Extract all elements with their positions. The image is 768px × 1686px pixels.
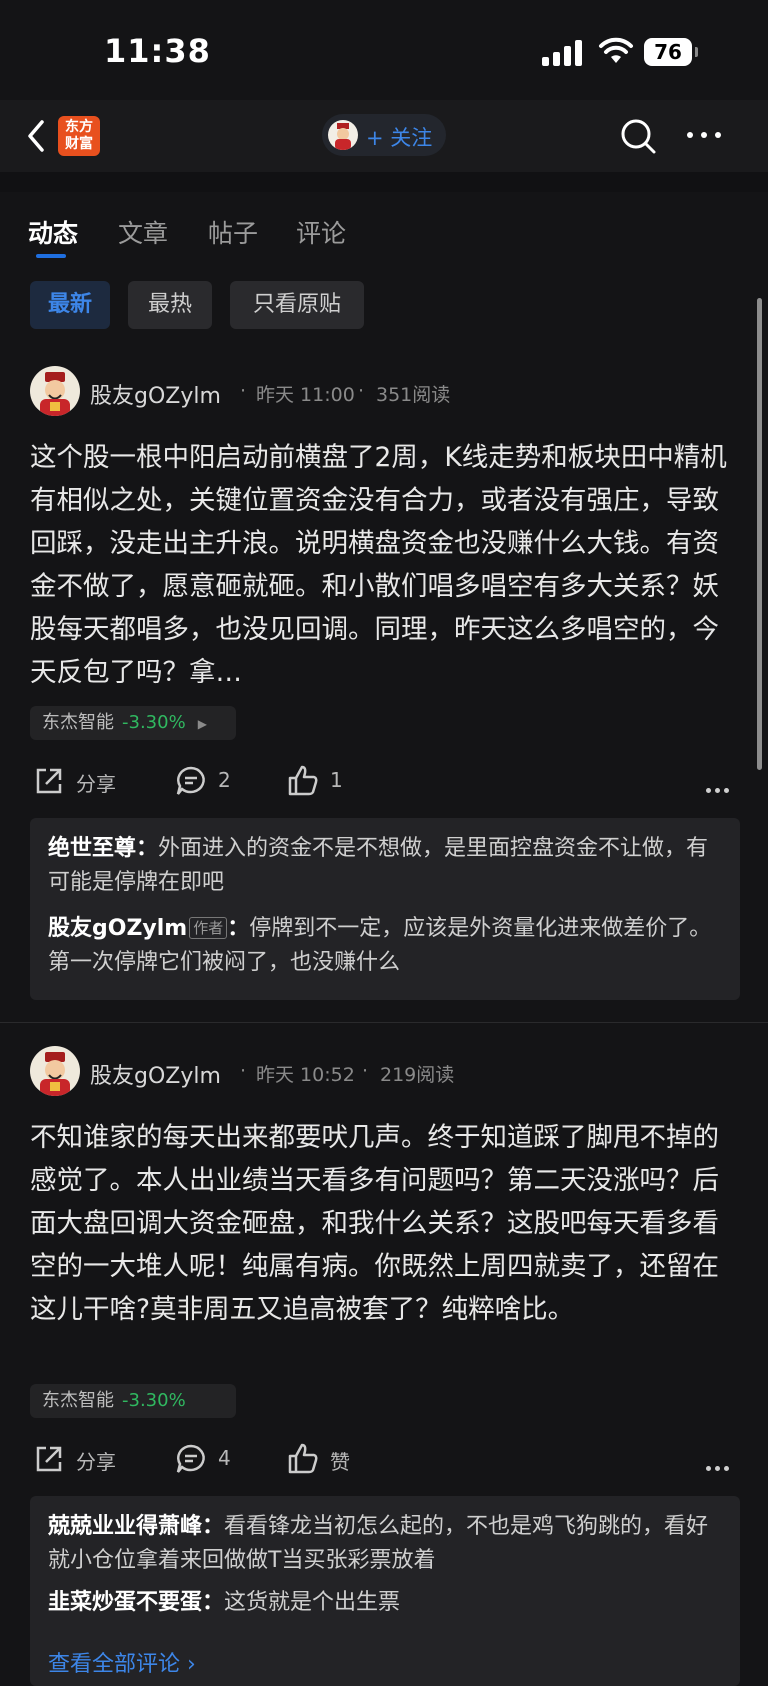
share-label: 分享 [76,772,116,796]
tab-articles[interactable]: 文章 [118,214,168,250]
thumbs-up-icon [288,1443,318,1474]
play-arrow-icon: ▶ [197,717,207,731]
post-body[interactable]: 这个股一根中阳启动前横盘了2周，K线走势和板块田中精机有相似之处，关键位置资金没… [30,436,742,694]
comment-sep: ： [202,1514,225,1539]
comment-user[interactable]: 兢兢业业得萧峰 [48,1514,202,1539]
comment-item: 绝世至尊：外面进入的资金不是不想做，是里面控盘资金不让做，有可能是停牌在即吧 [48,832,718,900]
logo-line1: 东方 [65,119,93,135]
back-arrow-icon[interactable] [22,116,54,156]
battery-icon: 76 [644,38,698,66]
cellular-signal-icon [542,40,586,66]
filter-hottest[interactable]: 最热 [128,281,212,329]
post-actions: 分享 2 1 [0,762,768,802]
comment-sep: ： [136,836,159,861]
fortune-god-avatar-icon [40,372,70,416]
follow-label: + 关注 [366,126,433,150]
post-divider [0,1022,768,1023]
post-body[interactable]: 不知谁家的每天出来都要吠几声。终于知道踩了脚甩不掉的感觉了。本人出业绩当天看多有… [30,1116,742,1331]
comment-icon [176,766,205,795]
thumbs-up-icon [288,765,318,796]
comment-count: 2 [218,768,231,792]
fortune-god-avatar-icon [40,1052,70,1096]
like-label: 赞 [330,1450,350,1474]
filter-latest[interactable]: 最新 [30,281,110,329]
comment-button[interactable]: 2 [174,762,244,802]
comment-sep: ： [227,916,250,941]
comment-preview[interactable]: 绝世至尊：外面进入的资金不是不想做，是里面控盘资金不让做，有可能是停牌在即吧 股… [30,818,740,1000]
status-time: 11:38 [104,32,211,70]
comment-user[interactable]: 股友gOZylm [48,916,187,941]
meta-dot: · [362,1060,369,1082]
logo-line2: 财富 [65,136,93,152]
like-button[interactable]: 赞 [286,1440,356,1480]
post-time: 昨天 11:00 [256,384,355,406]
comment-button[interactable]: 4 [174,1440,244,1480]
post-time: 昨天 10:52 [256,1064,355,1086]
share-label: 分享 [76,1450,116,1474]
comment-item: 兢兢业业得萧峰：看看锋龙当初怎么起的，不也是鸡飞狗跳的，看好就小仓位拿着来回做做… [48,1510,718,1578]
meta-dot: · [358,380,365,402]
more-options-icon[interactable] [684,120,724,150]
search-icon[interactable] [618,116,658,156]
author-badge: 作者 [189,917,228,939]
comment-user[interactable]: 绝世至尊 [48,836,136,861]
tab-dynamics[interactable]: 动态 [28,214,78,250]
share-icon [36,768,62,794]
comment-text: 这货就是个出生票 [224,1590,401,1615]
stock-tag[interactable]: 东杰智能 -3.30% ▶ [30,706,236,740]
meta-dot: · [240,1060,247,1082]
meta-dot: · [240,380,247,402]
read-count: 351阅读 [376,384,451,406]
fortune-god-avatar-icon [335,123,351,150]
avatar[interactable] [30,1046,80,1096]
comment-item: 韭菜炒蛋不要蛋：这货就是个出生票 [48,1586,718,1620]
comment-count: 4 [218,1446,231,1470]
post-more-icon[interactable] [706,1456,733,1475]
content-tabs: 动态 文章 帖子 评论 [0,200,768,260]
share-icon [36,1446,62,1472]
like-button[interactable]: 1 [286,762,356,802]
comment-item: 股友gOZylm 作者 ：停牌到不一定，应该是外资量化进来做差价了。第一次停牌它们被… [48,912,718,980]
top-nav-bar: 东方 财富 + 关注 [0,100,768,172]
stock-tag[interactable]: 东杰智能 -3.30% [30,1384,236,1418]
stock-name: 东杰智能 [42,1390,114,1411]
wifi-icon [599,37,633,63]
comment-user[interactable]: 韭菜炒蛋不要蛋 [48,1590,202,1615]
avatar[interactable] [30,366,80,416]
scrollbar[interactable] [757,298,762,770]
stock-name: 东杰智能 [42,712,114,733]
active-tab-indicator [36,254,66,258]
stock-change: -3.30% [122,712,186,733]
post-more-icon[interactable] [706,778,733,797]
see-all-comments-link[interactable]: 查看全部评论 › [48,1646,196,1678]
comment-preview[interactable]: 兢兢业业得萧峰：看看锋龙当初怎么起的，不也是鸡飞狗跳的，看好就小仓位拿着来回做做… [30,1496,740,1686]
author-name[interactable]: 股友gOZylm [90,378,221,410]
user-avatar [328,120,358,150]
status-bar: 11:38 76 [0,0,768,100]
like-count: 1 [330,768,343,792]
stock-change: -3.30% [122,1390,186,1411]
share-button[interactable]: 分享 [32,762,122,802]
comment-icon [176,1444,205,1473]
section-divider [0,172,768,192]
app-logo: 东方 财富 [58,116,100,156]
tab-posts[interactable]: 帖子 [208,214,258,250]
share-button[interactable]: 分享 [32,1440,122,1480]
tab-comments[interactable]: 评论 [296,214,346,250]
post-actions: 分享 4 赞 [0,1440,768,1480]
filter-original-only[interactable]: 只看原贴 [230,281,364,329]
author-name[interactable]: 股友gOZylm [90,1058,221,1090]
read-count: 219阅读 [380,1064,455,1086]
follow-button[interactable]: + 关注 [322,114,446,156]
comment-sep: ： [202,1590,225,1615]
